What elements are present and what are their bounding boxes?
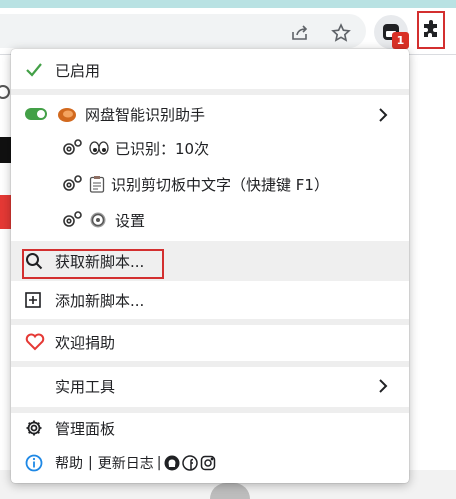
utilities-row[interactable]: 实用工具	[11, 367, 409, 405]
help-link[interactable]: 帮助	[55, 453, 83, 473]
dashboard-label: 管理面板	[55, 419, 116, 438]
check-icon	[25, 62, 47, 78]
script-manager-popup: 已启用 网盘智能识别助手 已识别：10次 识别剪切板中文字（快捷键 F1） 设置…	[11, 49, 409, 483]
heart-icon	[25, 333, 49, 351]
gear-icon	[25, 419, 49, 437]
info-icon	[25, 454, 49, 472]
donate-row[interactable]: 欢迎捐助	[11, 325, 409, 359]
highlight-box	[22, 249, 164, 279]
footer-separator: |	[88, 455, 93, 471]
script-logo-icon	[57, 105, 77, 123]
command-gear-icon	[61, 138, 83, 158]
command-label: 设置	[115, 211, 146, 230]
command-label: 已识别：10次	[115, 139, 210, 158]
command-label: 识别剪切板中文字（快捷键 F1）	[111, 175, 329, 194]
script-name: 网盘智能识别助手	[85, 105, 206, 124]
add-new-script-label: 添加新脚本...	[55, 291, 145, 310]
donate-label: 欢迎捐助	[55, 333, 116, 352]
script-item-row[interactable]: 网盘智能识别助手	[11, 95, 409, 133]
share-icon[interactable]	[288, 21, 312, 45]
page-fragment-dark	[0, 137, 11, 163]
command-gear-icon	[61, 174, 83, 194]
add-new-script-row[interactable]: 添加新脚本...	[11, 283, 409, 317]
puzzle-icon[interactable]	[417, 11, 445, 49]
script-command-row[interactable]: 设置	[11, 203, 409, 237]
eyes-icon	[89, 140, 109, 156]
github-icon[interactable]	[164, 455, 180, 471]
changelog-link[interactable]: 更新日志	[98, 453, 154, 473]
star-icon[interactable]	[329, 21, 353, 45]
enabled-toggle-row[interactable]: 已启用	[11, 53, 409, 87]
script-enabled-toggle[interactable]	[25, 108, 47, 120]
utilities-label: 实用工具	[55, 377, 116, 396]
gear-icon	[89, 211, 107, 229]
dashboard-row[interactable]: 管理面板	[11, 411, 409, 445]
enabled-label: 已启用	[55, 61, 101, 80]
facebook-icon[interactable]	[182, 455, 199, 471]
instagram-icon[interactable]	[200, 455, 216, 471]
social-icons	[164, 455, 216, 471]
footer-row: 帮助 | 更新日志 |	[11, 447, 409, 479]
clipboard-icon	[89, 175, 105, 193]
chevron-right-icon	[377, 379, 389, 393]
footer-separator: |	[156, 455, 162, 471]
window-top-strip	[0, 0, 456, 8]
command-gear-icon	[61, 210, 83, 230]
script-command-row[interactable]: 已识别：10次	[11, 131, 409, 165]
plus-square-icon	[25, 292, 49, 308]
browser-toolbar: 1	[0, 8, 456, 55]
chevron-right-icon	[377, 108, 389, 122]
search-fragment-icon	[0, 80, 11, 106]
script-command-row[interactable]: 识别剪切板中文字（快捷键 F1）	[11, 167, 409, 201]
page-fragment-red	[0, 195, 11, 229]
extension-badge: 1	[392, 32, 409, 49]
